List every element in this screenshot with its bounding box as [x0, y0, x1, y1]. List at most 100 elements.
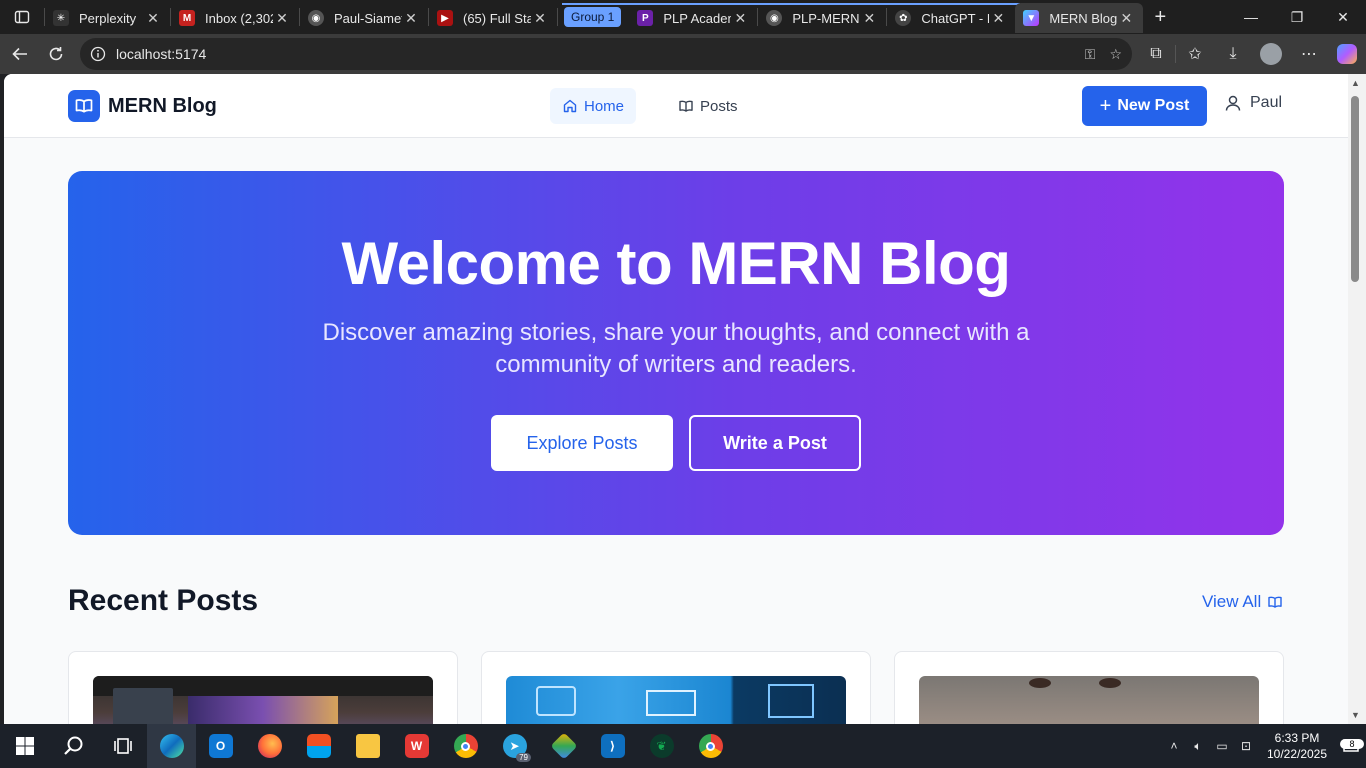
taskbar-clock[interactable]: 6:33 PM 10/22/2025	[1258, 730, 1336, 762]
back-arrow-icon	[12, 47, 27, 61]
network-icon[interactable]: ⊡	[1234, 739, 1258, 753]
start-button[interactable]	[0, 724, 49, 768]
taskbar-store[interactable]	[294, 724, 343, 768]
taskbar-chrome-profile[interactable]	[686, 724, 735, 768]
home-icon	[563, 99, 577, 113]
system-tray: ˄ 🔈︎ ▭ ⊡ 6:33 PM 10/22/2025 8	[1162, 724, 1366, 768]
settings-more-icon[interactable]: ⋯	[1290, 44, 1328, 64]
close-icon[interactable]: ✕	[731, 10, 749, 27]
post-card[interactable]	[68, 651, 458, 724]
tab-actions-icon	[14, 10, 30, 24]
tab-chatgpt[interactable]: ✿ ChatGPT - Fu ✕	[887, 3, 1015, 33]
write-post-button[interactable]: Write a Post	[689, 415, 861, 471]
taskbar-file-explorer[interactable]	[343, 724, 392, 768]
mongodb-compass-icon: ❦	[649, 734, 674, 758]
search-icon	[63, 736, 82, 755]
youtube-icon: ▶	[437, 10, 453, 26]
perplexity-icon: ✳	[53, 10, 69, 26]
back-button[interactable]	[2, 36, 38, 72]
brand-link[interactable]: MERN Blog	[68, 90, 217, 122]
site-info-icon[interactable]	[90, 46, 106, 62]
new-tab-button[interactable]: +	[1143, 6, 1177, 29]
clock-date: 10/22/2025	[1266, 747, 1328, 761]
scrollbar-thumb[interactable]	[1351, 96, 1359, 282]
tab-plp-academy[interactable]: P PLP Academy ✕	[629, 3, 757, 33]
address-bar[interactable]: localhost:5174 ⚿ ☆	[80, 38, 1132, 70]
book-open-icon	[1268, 596, 1282, 608]
extensions-icon[interactable]: ⧉	[1137, 45, 1175, 63]
minimize-icon[interactable]: —	[1228, 0, 1274, 34]
tab-github-repo[interactable]: ◉ PLP-MERN-S ✕	[758, 3, 886, 33]
password-key-icon[interactable]: ⚿	[1085, 46, 1096, 63]
tab-actions-button[interactable]	[0, 0, 44, 34]
post-cover-image	[506, 676, 846, 724]
taskbar-vscode[interactable]: ⟩	[588, 724, 637, 768]
hero-actions: Explore Posts Write a Post	[68, 415, 1284, 471]
new-post-button[interactable]: + New Post	[1082, 86, 1207, 126]
taskbar-git[interactable]	[539, 724, 588, 768]
chevron-up-icon[interactable]: ˄	[1162, 739, 1186, 753]
close-icon[interactable]: ✕	[531, 10, 549, 27]
close-icon[interactable]: ✕	[144, 10, 162, 27]
explore-posts-button[interactable]: Explore Posts	[491, 415, 673, 471]
taskbar-telegram[interactable]: ➤ 79	[490, 724, 539, 768]
url-text[interactable]: localhost:5174	[116, 46, 206, 62]
tab-group-chip[interactable]: Group 1	[564, 7, 622, 27]
scroll-down-icon[interactable]: ▼	[1351, 710, 1360, 720]
vscode-icon: ⟩	[600, 734, 625, 758]
tab-perplexity[interactable]: ✳ Perplexity ✕	[45, 3, 170, 33]
nav-posts[interactable]: Posts	[666, 88, 750, 124]
scroll-up-icon[interactable]: ▲	[1351, 78, 1360, 88]
hero-subtitle: Discover amazing stories, share your tho…	[322, 319, 1030, 378]
taskbar-chrome[interactable]	[441, 724, 490, 768]
reload-button[interactable]	[38, 36, 74, 72]
taskbar-mongodb-compass[interactable]: ❦	[637, 724, 686, 768]
close-icon[interactable]: ✕	[1117, 10, 1135, 27]
clock-time: 6:33 PM	[1274, 731, 1320, 745]
maximize-icon[interactable]: ❐	[1274, 0, 1320, 34]
close-icon[interactable]: ✕	[273, 10, 291, 27]
toolbar-right-icons: ⧉ ✩ ⤓ ⋯	[1137, 34, 1366, 74]
github-icon: ◉	[766, 10, 783, 26]
plp-icon: P	[637, 10, 654, 26]
favorites-icon[interactable]: ✩	[1176, 44, 1214, 64]
close-icon[interactable]: ✕	[989, 10, 1007, 27]
tab-mern-blog[interactable]: ▼ MERN Blog A ✕	[1015, 3, 1144, 33]
start-icon	[15, 737, 34, 755]
page-scrollbar[interactable]: ▲ ▼	[1348, 74, 1366, 724]
close-icon[interactable]: ✕	[402, 10, 420, 27]
tab-gmail[interactable]: M Inbox (2,302) ✕	[171, 3, 299, 33]
taskbar-firefox[interactable]	[245, 724, 294, 768]
nav-home[interactable]: Home	[550, 88, 637, 124]
view-all-link[interactable]: View All	[1202, 592, 1283, 612]
nav-posts-label: Posts	[700, 97, 738, 115]
tab-separator	[557, 8, 558, 26]
taskbar-outlook[interactable]: O	[196, 724, 245, 768]
post-card[interactable]	[481, 651, 871, 724]
close-window-icon[interactable]: ✕	[1320, 0, 1366, 34]
battery-icon[interactable]: ▭	[1210, 739, 1234, 753]
copilot-icon[interactable]	[1328, 44, 1366, 64]
store-icon	[306, 734, 331, 758]
favorite-star-icon[interactable]: ☆	[1109, 46, 1122, 63]
post-card[interactable]	[894, 651, 1284, 724]
outlook-icon: O	[208, 734, 233, 758]
volume-icon[interactable]: 🔈︎	[1186, 739, 1210, 754]
edge-icon	[159, 734, 184, 758]
taskbar-edge[interactable]	[147, 724, 196, 768]
notification-center[interactable]: 8	[1336, 737, 1366, 755]
tab-youtube[interactable]: ▶ (65) Full Stac ✕	[429, 3, 557, 33]
profile-avatar-icon[interactable]	[1252, 43, 1290, 65]
downloads-icon[interactable]: ⤓	[1214, 45, 1252, 63]
github-icon: ◉	[308, 10, 324, 26]
taskbar-search[interactable]	[49, 724, 98, 768]
site-header: MERN Blog Home Posts + New Post Paul	[4, 74, 1348, 138]
nav-home-label: Home	[584, 97, 625, 115]
task-view-icon	[113, 738, 132, 754]
user-menu[interactable]: Paul	[1224, 94, 1282, 112]
gmail-icon: M	[179, 10, 195, 26]
taskbar-wps[interactable]: W	[392, 724, 441, 768]
close-icon[interactable]: ✕	[860, 10, 878, 27]
taskbar-task-view[interactable]	[98, 724, 147, 768]
tab-github-profile[interactable]: ◉ Paul-Siameto ✕	[300, 3, 428, 33]
